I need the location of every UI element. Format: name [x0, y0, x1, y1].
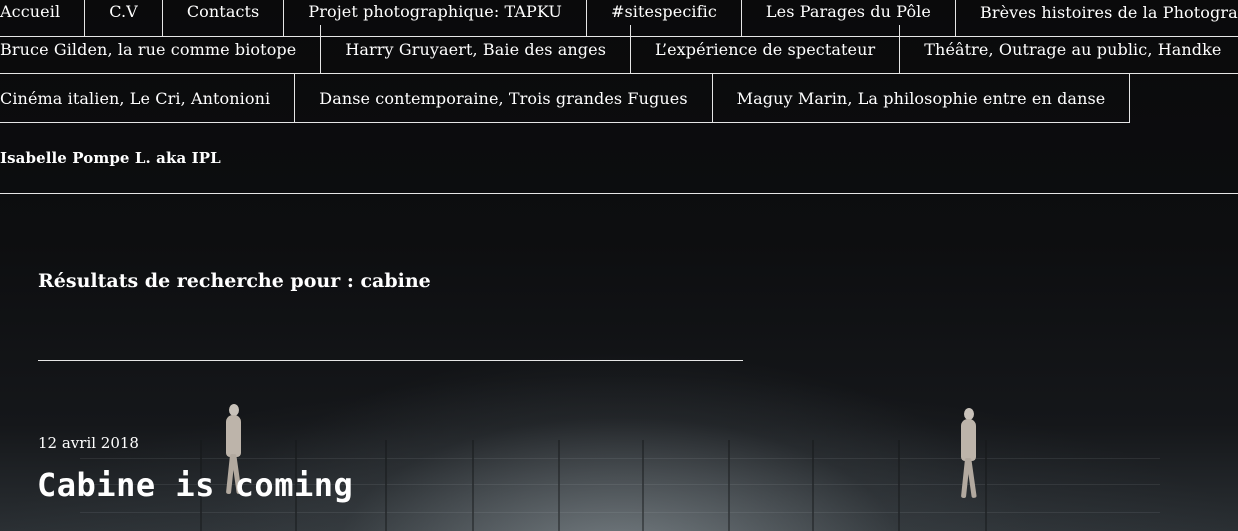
nav-item-bruce-gilden[interactable]: Bruce Gilden, la rue comme biotope [0, 25, 322, 74]
nav-item-cinema-italien[interactable]: Cinéma italien, Le Cri, Antonioni [0, 74, 296, 123]
post-title-link[interactable]: Cabine is coming [37, 466, 353, 504]
nav-row-1: Accueil C.V Contacts Projet photographiq… [0, 0, 1238, 37]
nav-item-isabelle-pompe[interactable]: Isabelle Pompe L. aka IPL [0, 122, 1238, 194]
search-results-heading: Résultats de recherche pour : cabine [38, 270, 431, 292]
nav-item-danse-contemporaine[interactable]: Danse contemporaine, Trois grandes Fugue… [295, 74, 713, 123]
nav-item-theatre-handke[interactable]: Théâtre, Outrage au public, Handke [900, 25, 1238, 74]
main-navigation: Accueil C.V Contacts Projet photographiq… [0, 0, 1238, 195]
nav-item-breves-histoires-label: Brèves histoires de la Photographie [979, 3, 1238, 22]
divider [38, 360, 743, 361]
page: Accueil C.V Contacts Projet photographiq… [0, 0, 1238, 531]
nav-row-2: Bruce Gilden, la rue comme biotope Harry… [0, 25, 1238, 74]
dancer-figure-right [955, 408, 981, 500]
nav-item-maguy-marin[interactable]: Maguy Marin, La philosophie entre en dan… [712, 74, 1131, 123]
nav-item-isabelle-pompe-label: Isabelle Pompe L. aka IPL [0, 149, 221, 167]
nav-row-3: Cinéma italien, Le Cri, Antonioni Danse … [0, 74, 1238, 123]
nav-item-harry-gruyaert[interactable]: Harry Gruyaert, Baie des anges [321, 25, 632, 74]
post-date: 12 avril 2018 [38, 434, 139, 452]
nav-item-experience-spectateur[interactable]: L’expérience de spectateur [631, 25, 901, 74]
